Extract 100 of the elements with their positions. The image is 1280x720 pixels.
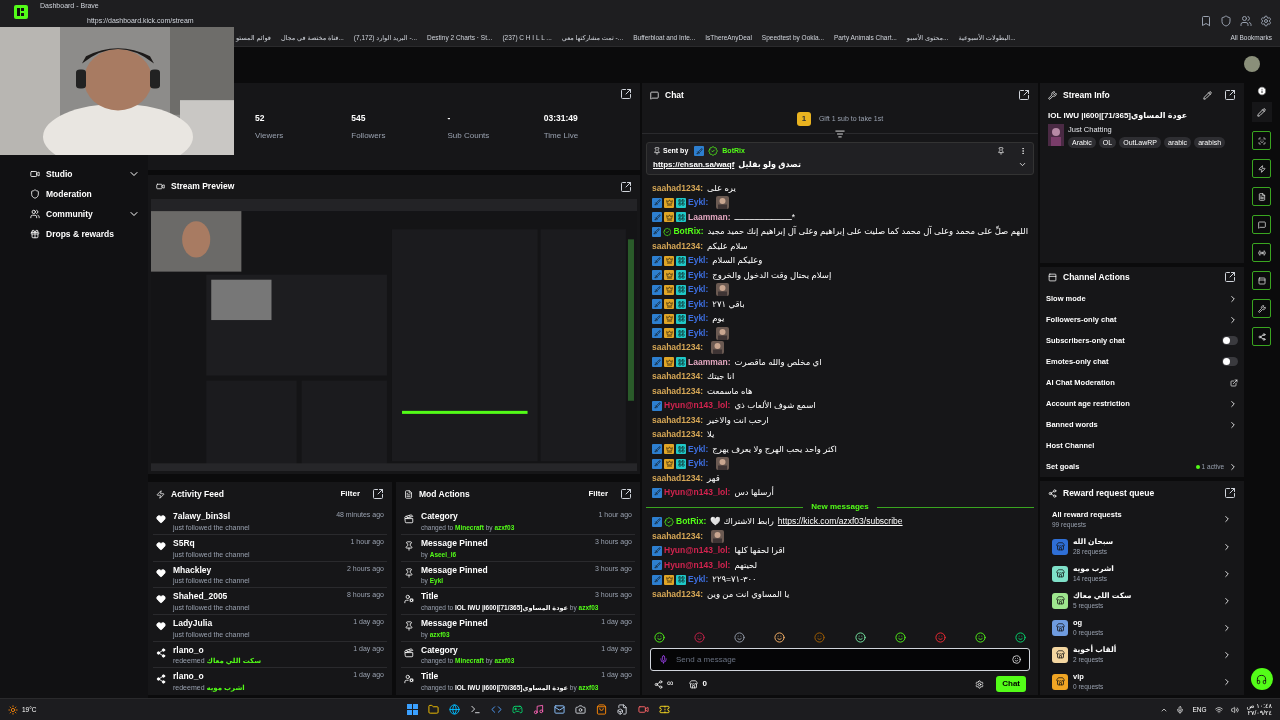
code-icon[interactable]: [490, 704, 502, 715]
filter-icon[interactable]: [835, 129, 845, 139]
lightning-button[interactable]: [1252, 159, 1271, 178]
expand-icon[interactable]: [1224, 89, 1236, 101]
expand-chevron-icon[interactable]: [1018, 160, 1027, 169]
pin-icon[interactable]: [997, 147, 1005, 156]
emoji-icon[interactable]: [1012, 655, 1021, 664]
chat-username[interactable]: Eykl:: [688, 283, 709, 297]
chat-username[interactable]: Eykl:: [688, 457, 709, 471]
chevron-right-icon[interactable]: [1222, 514, 1232, 524]
avatar[interactable]: [1244, 55, 1260, 72]
chat-username[interactable]: Eykl:: [688, 312, 709, 326]
chat-username[interactable]: Eykl:: [688, 196, 709, 210]
broadcast-button[interactable]: [1252, 243, 1271, 262]
chat-username[interactable]: BotRix:: [673, 225, 704, 239]
globe-icon[interactable]: [448, 704, 460, 715]
chat-username[interactable]: Eykl:: [688, 297, 709, 311]
chat-username[interactable]: Eykl:: [688, 254, 709, 268]
microphone-icon[interactable]: [1176, 705, 1185, 714]
windows-logo-icon[interactable]: [406, 704, 418, 715]
emote-icon[interactable]: [1015, 632, 1026, 643]
edit-button[interactable]: [1251, 102, 1272, 122]
toggle-switch[interactable]: [1222, 336, 1238, 345]
chat-username[interactable]: Eykl:: [688, 442, 709, 456]
chat-send-button[interactable]: Chat: [996, 676, 1026, 692]
message-text-input[interactable]: Send a message: [676, 653, 1012, 666]
music-icon[interactable]: [532, 704, 544, 715]
chevron-right-icon[interactable]: [1228, 293, 1238, 304]
file-icon[interactable]: [616, 704, 628, 715]
expand-icon[interactable]: [620, 488, 632, 501]
info-icon[interactable]: [1256, 86, 1267, 96]
chevron-right-icon[interactable]: [1228, 461, 1238, 472]
expand-icon[interactable]: [372, 488, 384, 501]
message-input[interactable]: Send a message: [650, 648, 1030, 671]
expand-icon[interactable]: [1224, 487, 1236, 499]
points-icon[interactable]: [654, 679, 663, 689]
chevron-icon[interactable]: [1222, 676, 1232, 687]
chat-link[interactable]: https://kick.com/azxf03/subscribe: [777, 515, 903, 529]
camera-icon[interactable]: [574, 704, 586, 715]
expand-icon[interactable]: [1018, 89, 1030, 101]
people-icon[interactable]: [1240, 15, 1252, 27]
chevron-icon[interactable]: [1222, 541, 1232, 552]
chat-username[interactable]: Hyun@n143_lol:: [664, 399, 731, 413]
more-icon[interactable]: [1019, 147, 1027, 156]
chat-username[interactable]: saahad1234:: [652, 384, 704, 398]
chevron-icon[interactable]: [1222, 595, 1232, 606]
video-icon[interactable]: [637, 704, 649, 715]
filter-button[interactable]: Filter: [340, 488, 360, 501]
network-icon[interactable]: [1214, 705, 1223, 714]
chat-username[interactable]: Hyun@n143_lol:: [664, 558, 731, 572]
chat-bubble-button[interactable]: [1252, 215, 1271, 234]
pinned-link[interactable]: https://ehsan.sa/waqf: [653, 158, 735, 171]
settings-icon[interactable]: [1260, 15, 1272, 27]
chat-username[interactable]: Eykl:: [688, 573, 709, 587]
chat-username[interactable]: BotRix:: [676, 515, 707, 529]
bookmark-icon[interactable]: [1200, 15, 1212, 27]
sidebar-item[interactable]: Moderation: [46, 187, 92, 201]
nodes-button[interactable]: [1252, 327, 1271, 346]
chat-username[interactable]: saahad1234:: [652, 341, 704, 355]
chat-username[interactable]: saahad1234:: [652, 587, 704, 601]
chevron-icon[interactable]: [1222, 649, 1232, 660]
expand-icon[interactable]: [620, 180, 632, 193]
edit-icon[interactable]: [1203, 90, 1212, 100]
chat-username[interactable]: Eykl:: [688, 268, 709, 282]
store-icon[interactable]: [689, 679, 699, 689]
mail-icon[interactable]: [553, 704, 565, 715]
filter-button[interactable]: Filter: [588, 488, 608, 501]
chat-username[interactable]: Hyun@n143_lol:: [664, 486, 731, 500]
chat-username[interactable]: saahad1234:: [652, 181, 704, 195]
sidebar-item[interactable]: Drops & rewards: [46, 227, 115, 241]
chevron-icon[interactable]: [1222, 568, 1232, 579]
external-link-icon[interactable]: [1230, 378, 1238, 387]
bag-icon[interactable]: [595, 704, 607, 715]
chevron-right-icon[interactable]: [1228, 398, 1238, 409]
chat-username[interactable]: Hyun@n143_lol:: [664, 544, 731, 558]
shield-icon[interactable]: [1220, 15, 1232, 27]
chat-username[interactable]: saahad1234:: [652, 370, 704, 384]
chat-username[interactable]: saahad1234:: [652, 471, 704, 485]
expand-icon[interactable]: [620, 88, 632, 100]
chat-username[interactable]: Laamman:: [688, 210, 731, 224]
sidebar-item[interactable]: Community: [46, 207, 93, 221]
sidebar-item[interactable]: Studio: [46, 167, 73, 181]
chevron-right-icon[interactable]: [1228, 314, 1238, 325]
chat-username[interactable]: saahad1234:: [652, 239, 704, 253]
chat-username[interactable]: saahad1234:: [652, 428, 704, 442]
chat-username[interactable]: saahad1234:: [652, 413, 704, 427]
terminal-icon[interactable]: [469, 704, 481, 715]
chevron-icon[interactable]: [1222, 622, 1232, 633]
weather-icon[interactable]: [8, 704, 18, 715]
face-scan-button[interactable]: [1252, 131, 1271, 150]
gamepad-icon[interactable]: [511, 704, 523, 715]
support-button[interactable]: [1250, 668, 1273, 690]
chat-username[interactable]: saahad1234:: [652, 529, 704, 543]
ticket-icon[interactable]: [658, 704, 670, 715]
chevron-right-icon[interactable]: [1228, 419, 1238, 430]
panel-button[interactable]: [1252, 271, 1271, 290]
document-button[interactable]: [1252, 187, 1271, 206]
emote-icon[interactable]: [734, 632, 746, 643]
folder-icon[interactable]: [427, 704, 439, 715]
expand-icon[interactable]: [1224, 271, 1236, 283]
